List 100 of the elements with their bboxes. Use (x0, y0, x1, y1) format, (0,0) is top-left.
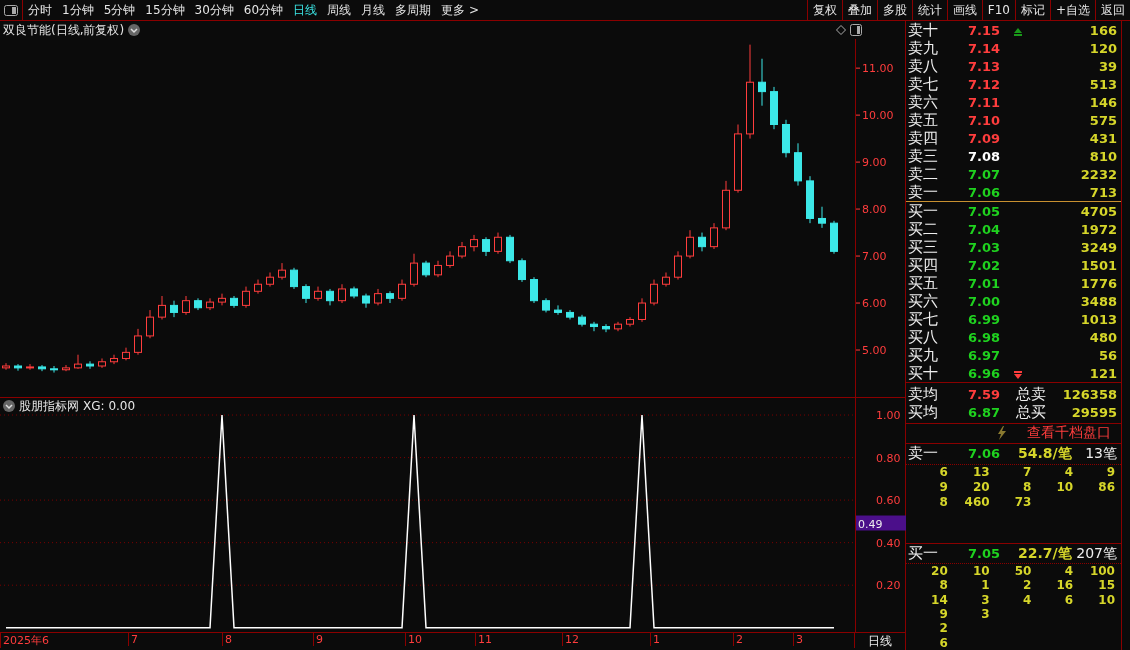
period-tab[interactable]: 月线 (356, 0, 391, 20)
candlestick (374, 288, 382, 306)
queued-order-volume: 3 (980, 592, 990, 608)
order-price: 7.10 (968, 113, 1002, 128)
order-volume: 575 (1088, 113, 1117, 128)
queued-order-volume: 14 (930, 592, 948, 608)
candlestick (638, 297, 646, 323)
average-label: 卖均 (908, 385, 939, 404)
order-volume: 166 (1088, 23, 1117, 38)
candlestick (422, 260, 430, 278)
date-axis-label: 1 (650, 633, 660, 646)
queued-order-volume: 6 (1063, 592, 1074, 608)
candlestick (650, 279, 658, 306)
period-tab[interactable]: 60分钟 (238, 0, 289, 20)
queued-order-volume: 9 (938, 607, 948, 622)
date-axis-label: 7 (128, 633, 138, 646)
order-price: 7.13 (968, 59, 1002, 74)
period-tab[interactable]: 多周期 (390, 0, 437, 20)
price-axis-label: 9.00 (862, 156, 887, 170)
dropdown-icon[interactable] (128, 24, 141, 36)
order-level-label: 买三 (908, 238, 939, 257)
total-volume: 29595 (1071, 405, 1117, 420)
queued-order-volume: 8 (1022, 479, 1032, 495)
candlestick (542, 297, 550, 313)
candlestick (362, 293, 370, 309)
order-level-label: 卖五 (908, 111, 939, 130)
queued-order-volume: 8 (938, 578, 948, 593)
order-price: 7.05 (968, 204, 1002, 219)
date-axis-label: 11 (475, 633, 492, 646)
dropdown-icon[interactable] (3, 400, 15, 412)
candlestick (578, 314, 586, 328)
total-label: 总买 (1016, 403, 1047, 422)
candlestick (134, 328, 142, 356)
panel-toggle-icon[interactable] (850, 24, 862, 36)
order-volume: 3249 (1079, 240, 1117, 255)
candlestick (818, 206, 826, 229)
period-tab[interactable]: 1分钟 (57, 0, 99, 20)
queue-price: 7.05 (968, 546, 1002, 562)
candlestick (518, 257, 526, 283)
candlestick (26, 363, 34, 371)
candlestick (50, 365, 58, 374)
date-axis-label: 8 (222, 633, 232, 646)
toolbar-button[interactable]: F10 (981, 0, 1015, 20)
order-volume: 120 (1088, 41, 1117, 56)
candlestick (626, 316, 634, 328)
candlestick (194, 297, 202, 311)
period-tab[interactable]: 5分钟 (98, 0, 141, 20)
candlestick (758, 58, 766, 107)
period-tab[interactable]: 15分钟 (140, 0, 190, 20)
toolbar-button[interactable]: 返回 (1095, 0, 1130, 20)
period-tab[interactable]: 更多 > (436, 0, 484, 20)
toolbar-button[interactable]: 标记 (1014, 0, 1050, 20)
order-volume: 2232 (1079, 167, 1117, 182)
candlestick (302, 283, 310, 304)
candlestick (122, 347, 130, 361)
toolbar-button[interactable]: +自选 (1049, 0, 1095, 20)
order-volume: 39 (1097, 59, 1117, 74)
price-axis-label: 10.00 (862, 109, 894, 123)
candlestick (206, 297, 214, 311)
candlestick (734, 124, 742, 194)
lightning-icon (997, 426, 1007, 441)
queued-order-volume: 1 (980, 578, 990, 593)
order-volume: 4705 (1079, 204, 1117, 219)
order-price: 7.15 (968, 23, 1002, 38)
order-level-label: 卖九 (908, 39, 939, 58)
queued-order-volume: 2 (938, 621, 948, 636)
price-axis-label: 6.00 (862, 297, 887, 311)
candlestick (254, 279, 262, 295)
toolbar-button[interactable]: 统计 (911, 0, 947, 20)
period-tab[interactable]: 分时 (23, 0, 57, 20)
toolbar-button[interactable]: 叠加 (841, 0, 877, 20)
period-tab[interactable]: 日线 (288, 0, 323, 20)
toolbar-button[interactable]: 复权 (806, 0, 842, 20)
queued-order-volume: 50 (1013, 564, 1032, 579)
order-volume: 1776 (1079, 276, 1117, 291)
date-axis-label: 3 (793, 633, 803, 646)
order-price: 7.14 (968, 41, 1002, 56)
diamond-icon[interactable] (836, 25, 846, 35)
period-tab[interactable]: 30分钟 (189, 0, 239, 20)
candlestick (686, 229, 694, 259)
order-depth-link[interactable]: 查看千档盘口 (1027, 424, 1111, 443)
order-price: 6.98 (968, 330, 1002, 345)
order-volume: 1501 (1079, 258, 1117, 273)
candlestick (386, 290, 394, 304)
queued-order-volume: 6 (938, 464, 948, 480)
queued-order-volume: 20 (930, 564, 948, 579)
queued-order-volume: 9 (938, 479, 948, 495)
candlestick (290, 267, 298, 290)
order-price: 7.06 (968, 185, 1002, 200)
toolbar-button[interactable]: 画线 (946, 0, 982, 20)
order-level-label: 卖十 (908, 21, 939, 40)
toolbar-button[interactable]: 多股 (876, 0, 912, 20)
order-level-label: 买四 (908, 256, 939, 275)
candlestick (410, 253, 418, 288)
average-price: 7.59 (968, 387, 1002, 402)
queued-order-volume: 10 (1097, 592, 1115, 608)
queued-order-volume: 4 (1063, 564, 1074, 579)
candlestick (86, 360, 94, 370)
order-volume: 713 (1088, 185, 1117, 200)
period-tab[interactable]: 周线 (322, 0, 357, 20)
